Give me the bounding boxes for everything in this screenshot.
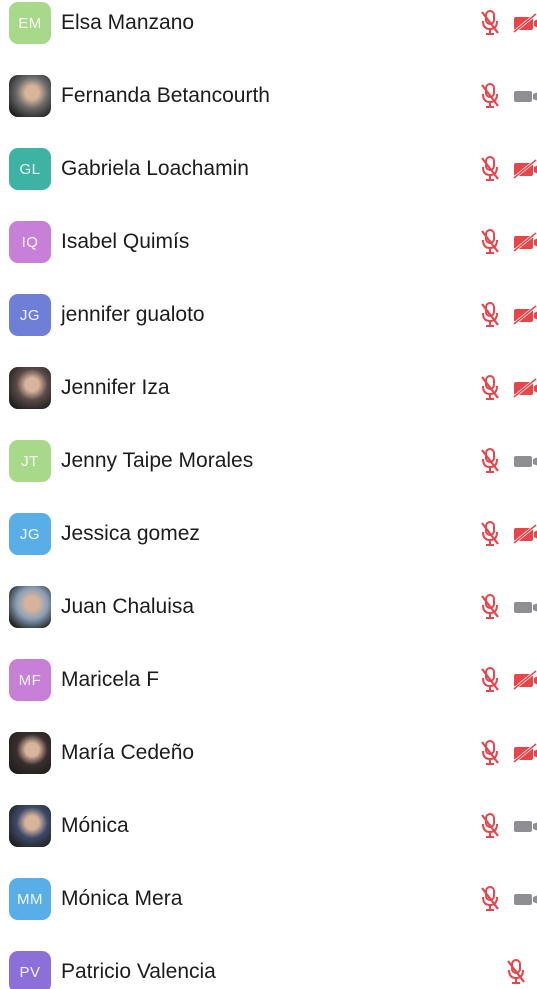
participant-name: Jennifer Iza xyxy=(61,376,170,399)
video-icon[interactable] xyxy=(512,85,537,107)
mic-muted-icon[interactable] xyxy=(479,155,501,183)
participant-row[interactable]: GL Gabriela Loachamin xyxy=(0,139,537,199)
video-icon[interactable] xyxy=(512,450,537,472)
avatar: IQ xyxy=(9,221,51,263)
mic-muted-icon[interactable] xyxy=(479,447,501,475)
participant-name: Maricela F xyxy=(61,668,160,691)
participant-name: Isabel Quimís xyxy=(61,230,190,253)
participant-row[interactable]: JT Jenny Taipe Morales xyxy=(0,431,537,491)
participant-row[interactable]: MF Maricela F xyxy=(0,650,537,710)
video-off-icon[interactable] xyxy=(512,158,537,180)
mic-muted-icon[interactable] xyxy=(505,958,527,986)
mic-muted-icon[interactable] xyxy=(479,885,501,913)
mic-muted-icon[interactable] xyxy=(479,520,501,548)
participant-row[interactable]: PV Patricio Valencia xyxy=(0,942,537,989)
participant-row[interactable]: María Cedeño xyxy=(0,723,537,783)
avatar: MM xyxy=(9,878,51,920)
participant-name: Jenny Taipe Morales xyxy=(61,449,254,472)
mic-muted-icon[interactable] xyxy=(479,739,501,767)
video-off-icon[interactable] xyxy=(512,12,537,34)
participant-name: María Cedeño xyxy=(61,741,195,764)
video-off-icon[interactable] xyxy=(512,669,537,691)
avatar: JG xyxy=(9,294,51,336)
participant-row[interactable]: MM Mónica Mera xyxy=(0,869,537,929)
video-off-icon[interactable] xyxy=(512,742,537,764)
video-off-icon[interactable] xyxy=(512,231,537,253)
video-icon[interactable] xyxy=(512,815,537,837)
mic-muted-icon[interactable] xyxy=(479,301,501,329)
participant-row[interactable]: Fernanda Betancourth xyxy=(0,66,537,126)
mic-muted-icon[interactable] xyxy=(479,9,501,37)
participant-name: Patricio Valencia xyxy=(61,960,216,983)
avatar: GL xyxy=(9,148,51,190)
avatar: JT xyxy=(9,440,51,482)
participant-name: Fernanda Betancourth xyxy=(61,84,270,107)
video-icon[interactable] xyxy=(512,596,537,618)
participant-row[interactable]: IQ Isabel Quimís xyxy=(0,212,537,272)
participant-row[interactable]: Juan Chaluisa xyxy=(0,577,537,637)
video-off-icon[interactable] xyxy=(512,304,537,326)
avatar xyxy=(9,805,51,847)
avatar: JG xyxy=(9,513,51,555)
participant-row[interactable]: JG jennifer gualoto xyxy=(0,285,537,345)
video-off-icon[interactable] xyxy=(512,377,537,399)
participant-name: Juan Chaluisa xyxy=(61,595,195,618)
avatar xyxy=(9,732,51,774)
participant-name: Elsa Manzano xyxy=(61,11,195,34)
participant-name: Mónica xyxy=(61,814,129,837)
participant-row[interactable]: JG Jessica gomez xyxy=(0,504,537,564)
avatar: PV xyxy=(9,951,51,989)
avatar: EM xyxy=(9,2,51,44)
avatar: MF xyxy=(9,659,51,701)
avatar xyxy=(9,367,51,409)
avatar xyxy=(9,586,51,628)
mic-muted-icon[interactable] xyxy=(479,812,501,840)
mic-muted-icon[interactable] xyxy=(479,82,501,110)
mic-muted-icon[interactable] xyxy=(479,374,501,402)
participant-name: jennifer gualoto xyxy=(61,303,205,326)
participant-row[interactable]: EM Elsa Manzano xyxy=(0,0,537,53)
avatar xyxy=(9,75,51,117)
participant-row[interactable]: Jennifer Iza xyxy=(0,358,537,418)
mic-muted-icon[interactable] xyxy=(479,228,501,256)
participants-list: EM Elsa Manzano Fernanda Betancourth GL Ga… xyxy=(0,0,537,989)
video-off-icon[interactable] xyxy=(512,523,537,545)
participant-row[interactable]: Mónica xyxy=(0,796,537,856)
participant-name: Gabriela Loachamin xyxy=(61,157,249,180)
mic-muted-icon[interactable] xyxy=(479,666,501,694)
video-icon[interactable] xyxy=(512,888,537,910)
participant-name: Jessica gomez xyxy=(61,522,200,545)
mic-muted-icon[interactable] xyxy=(479,593,501,621)
participant-name: Mónica Mera xyxy=(61,887,183,910)
